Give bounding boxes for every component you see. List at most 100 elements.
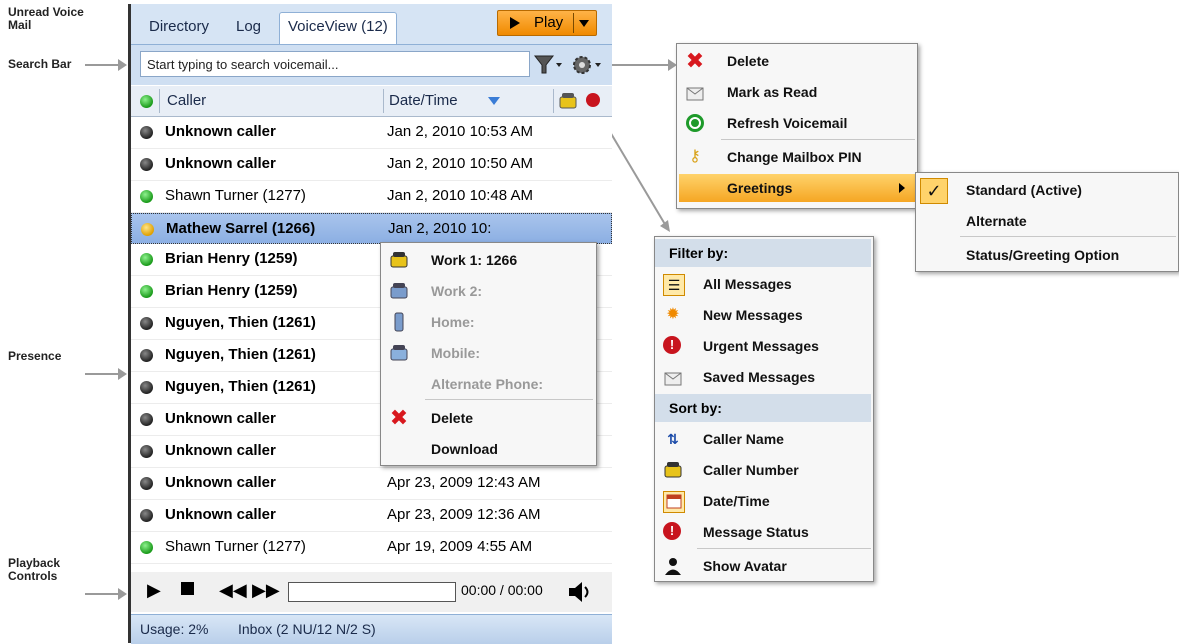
- column-date-time[interactable]: Date/Time: [389, 92, 458, 109]
- menu-item-mobile[interactable]: Mobile:: [381, 339, 596, 367]
- caller-name: Mathew Sarrel (1266): [166, 220, 316, 237]
- menu-item-download[interactable]: Download: [381, 435, 596, 463]
- presence-status-icon: [140, 445, 153, 458]
- menu-item-change-pin[interactable]: ⚷ Change Mailbox PIN: [677, 143, 917, 171]
- chevron-down-icon[interactable]: [579, 20, 589, 27]
- playback-progress-bar[interactable]: [288, 582, 456, 602]
- voicemail-row[interactable]: Shawn Turner (1277) Apr 19, 2009 4:55 AM: [131, 532, 612, 564]
- sort-descending-icon: [488, 97, 500, 105]
- voicemail-row[interactable]: Shawn Turner (1277) Jan 2, 2010 10:48 AM: [131, 181, 612, 213]
- settings-dropdown-button[interactable]: [571, 54, 611, 76]
- new-star-icon: ✹: [666, 306, 680, 323]
- tab-log[interactable]: Log: [228, 13, 269, 40]
- presence-status-icon: [140, 190, 153, 203]
- voicemail-row[interactable]: Unknown caller Apr 23, 2009 12:43 AM: [131, 468, 612, 500]
- caller-name: Shawn Turner (1277): [165, 538, 306, 555]
- presence-status-icon: [140, 541, 153, 554]
- menu-item-standard-greeting[interactable]: ✓ Standard (Active): [916, 176, 1178, 204]
- play-icon: [510, 17, 520, 29]
- menu-item-work2[interactable]: Work 2:: [381, 277, 596, 305]
- message-date: Apr 23, 2009 12:36 AM: [387, 506, 541, 523]
- menu-item-delete-voicemail[interactable]: ✖ Delete: [677, 47, 917, 75]
- menu-separator: [697, 548, 871, 549]
- menu-item-work1[interactable]: Work 1: 1266: [381, 246, 596, 274]
- rewind-icon[interactable]: ◀◀: [219, 580, 247, 601]
- caller-name: Nguyen, Thien (1261): [165, 346, 316, 363]
- caller-name: Unknown caller: [165, 410, 276, 427]
- menu-item-greetings[interactable]: Greetings: [679, 174, 915, 202]
- menu-separator: [721, 139, 915, 140]
- search-input[interactable]: Start typing to search voicemail...: [140, 51, 530, 77]
- settings-menu: ✖ Delete Mark as Read Refresh Voicemail …: [676, 43, 918, 209]
- status-bar: Usage: 2% Inbox (2 NU/12 N/2 S): [131, 614, 612, 644]
- presence-status-icon: [140, 126, 153, 139]
- caller-name: Nguyen, Thien (1261): [165, 314, 316, 331]
- presence-status-icon: [140, 285, 153, 298]
- usage-text: Usage: 2%: [140, 621, 209, 637]
- greetings-submenu: ✓ Standard (Active) Alternate Status/Gre…: [915, 172, 1179, 272]
- voicemail-row[interactable]: Mathew Sarrel (1266) Jan 2, 2010 10:: [131, 213, 612, 244]
- menu-item-sort-message-status[interactable]: ! Message Status: [655, 518, 871, 546]
- menu-item-new-messages[interactable]: ✹ New Messages: [655, 301, 871, 329]
- menu-separator: [960, 236, 1176, 237]
- filter-dropdown-button[interactable]: [532, 54, 572, 76]
- column-header: Caller Date/Time: [131, 86, 612, 117]
- cordless-phone-icon: [389, 312, 409, 332]
- urgent-icon: !: [663, 336, 681, 354]
- column-separator: [159, 89, 160, 113]
- envelope-icon: [685, 82, 705, 102]
- checkmark-icon: ✓: [920, 178, 948, 204]
- menu-item-urgent-messages[interactable]: ! Urgent Messages: [655, 332, 871, 360]
- change-pin-label: Change Mailbox PIN: [727, 149, 862, 165]
- menu-item-sort-date-time[interactable]: Date/Time: [655, 487, 871, 515]
- menu-item-alternate-phone[interactable]: Alternate Phone:: [381, 370, 596, 398]
- menu-item-home[interactable]: Home:: [381, 308, 596, 336]
- tab-directory[interactable]: Directory: [141, 13, 217, 40]
- presence-status-icon: [140, 317, 153, 330]
- column-caller[interactable]: Caller: [167, 92, 206, 109]
- split-divider: [573, 13, 574, 33]
- column-separator: [383, 89, 384, 113]
- play-split-button[interactable]: Play: [497, 10, 597, 36]
- menu-item-sort-caller-name[interactable]: ⇅ Caller Name: [655, 425, 871, 453]
- envelope-icon: [663, 367, 683, 387]
- menu-item-status-greeting-option[interactable]: Status/Greeting Option: [916, 241, 1178, 269]
- inbox-summary: Inbox (2 NU/12 N/2 S): [238, 621, 376, 637]
- menu-item-show-avatar[interactable]: Show Avatar: [655, 552, 871, 580]
- desk-phone-icon: [389, 281, 409, 301]
- menu-item-delete[interactable]: ✖ Delete: [381, 404, 596, 432]
- calendar-icon: [663, 491, 685, 513]
- all-messages-label: All Messages: [703, 276, 792, 292]
- presence-status-icon: [141, 223, 154, 236]
- message-date: Jan 2, 2010 10:: [388, 220, 492, 237]
- refresh-label: Refresh Voicemail: [727, 115, 848, 131]
- mobile-label: Mobile:: [431, 345, 480, 361]
- menu-item-mark-read[interactable]: Mark as Read: [677, 78, 917, 106]
- volume-icon[interactable]: [567, 580, 593, 607]
- stop-icon[interactable]: [181, 582, 194, 595]
- urgent-icon: !: [663, 522, 681, 540]
- play-control-icon[interactable]: ▶: [147, 580, 161, 601]
- new-messages-label: New Messages: [703, 307, 803, 323]
- menu-item-refresh[interactable]: Refresh Voicemail: [677, 109, 917, 137]
- phone-column-icon[interactable]: [558, 91, 578, 111]
- sort-by-header: Sort by:: [655, 394, 871, 422]
- submenu-arrow-icon: [899, 183, 905, 193]
- presence-status-icon: [140, 349, 153, 362]
- message-status-label: Message Status: [703, 524, 809, 540]
- message-date: Apr 19, 2009 4:55 AM: [387, 538, 533, 555]
- caller-name: Unknown caller: [165, 474, 276, 491]
- menu-item-sort-caller-number[interactable]: Caller Number: [655, 456, 871, 484]
- caller-name: Unknown caller: [165, 155, 276, 172]
- fast-forward-icon[interactable]: ▶▶: [252, 580, 280, 601]
- menu-item-alternate-greeting[interactable]: Alternate: [916, 207, 1178, 235]
- voicemail-row[interactable]: Unknown caller Apr 23, 2009 12:36 AM: [131, 500, 612, 532]
- menu-item-saved-messages[interactable]: Saved Messages: [655, 363, 871, 391]
- voicemail-row[interactable]: Unknown caller Jan 2, 2010 10:50 AM: [131, 149, 612, 181]
- tab-voiceview[interactable]: VoiceView (12): [279, 12, 397, 44]
- avatar-icon: [663, 556, 683, 576]
- urgent-column-icon[interactable]: [586, 93, 600, 107]
- menu-item-all-messages[interactable]: ☰ All Messages: [655, 270, 871, 298]
- voicemail-row[interactable]: Unknown caller Jan 2, 2010 10:53 AM: [131, 117, 612, 149]
- message-date: Jan 2, 2010 10:50 AM: [387, 155, 533, 172]
